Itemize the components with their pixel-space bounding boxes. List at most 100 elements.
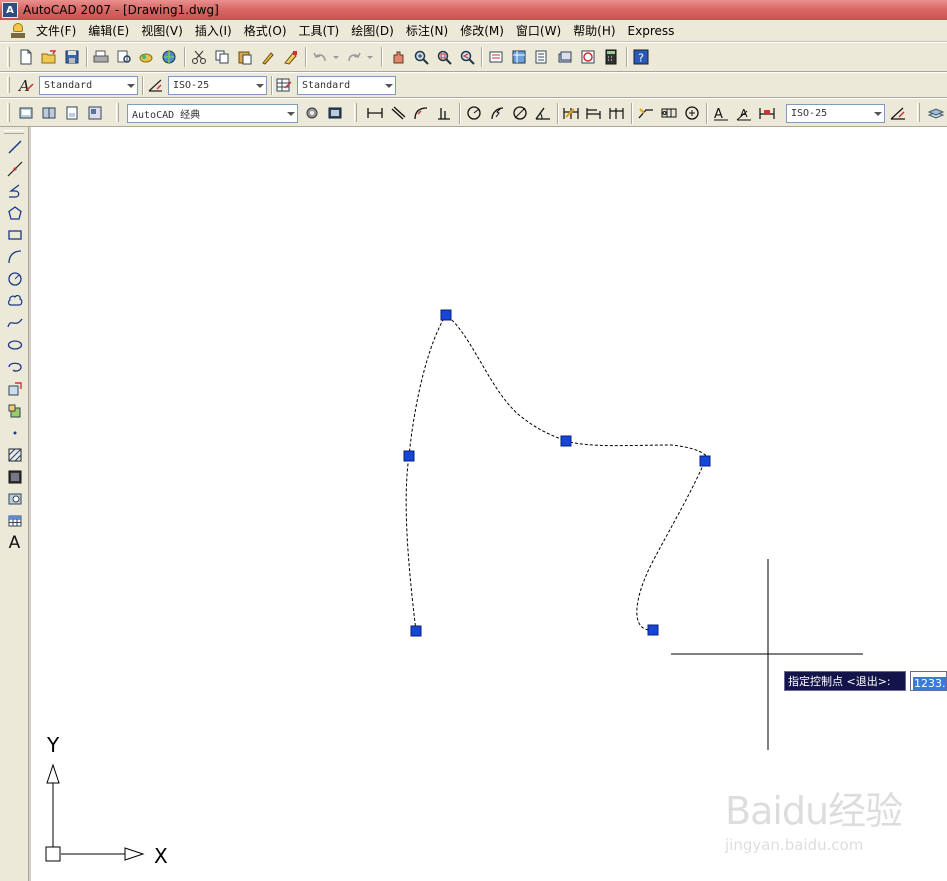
layout-viewport-icon[interactable]: [40, 104, 58, 122]
control-point-grip[interactable]: [403, 450, 415, 462]
open-file-icon[interactable]: [40, 48, 58, 66]
undo-dropdown-icon[interactable]: [331, 48, 341, 66]
angular-dimension-icon[interactable]: [534, 104, 552, 122]
copy-icon[interactable]: [213, 48, 231, 66]
menu-modify[interactable]: 修改(M): [454, 22, 510, 39]
new-file-icon[interactable]: [17, 48, 35, 66]
calculator-icon[interactable]: [602, 48, 620, 66]
table-style-dropdown[interactable]: Standard: [297, 76, 396, 95]
sheet-set-manager-icon[interactable]: [556, 48, 574, 66]
page-setup-icon[interactable]: [63, 104, 81, 122]
ellipse-icon[interactable]: [4, 335, 25, 355]
center-mark-icon[interactable]: [683, 104, 701, 122]
control-point-grip[interactable]: [440, 309, 452, 321]
table-style-icon[interactable]: [275, 76, 293, 94]
polyline-icon[interactable]: [4, 181, 25, 201]
text-style-dropdown[interactable]: Standard: [39, 76, 138, 95]
dimension-style-icon[interactable]: [147, 76, 165, 94]
menu-draw[interactable]: 绘图(D): [345, 22, 400, 39]
toolbar-grip[interactable]: [7, 77, 10, 93]
plot-preview-icon[interactable]: [115, 48, 133, 66]
dimension-style-manager-icon[interactable]: [889, 104, 907, 122]
rectangle-icon[interactable]: [4, 225, 25, 245]
continue-dimension-icon[interactable]: [608, 104, 626, 122]
control-point-grip[interactable]: [410, 625, 422, 637]
menu-window[interactable]: 窗口(W): [510, 22, 567, 39]
print-icon[interactable]: [92, 48, 110, 66]
publish-web-icon[interactable]: [160, 48, 178, 66]
workspace-settings-icon[interactable]: [303, 104, 321, 122]
model-space-icon[interactable]: [86, 104, 104, 122]
quick-leader-icon[interactable]: [637, 104, 655, 122]
zoom-previous-icon[interactable]: [458, 48, 476, 66]
publish-icon[interactable]: [137, 48, 155, 66]
quick-dimension-icon[interactable]: [562, 104, 580, 122]
layout-icon[interactable]: [17, 104, 35, 122]
construction-line-icon[interactable]: [4, 159, 25, 179]
spline-curve[interactable]: [405, 314, 709, 632]
save-icon[interactable]: [63, 48, 81, 66]
menu-format[interactable]: 格式(O): [238, 22, 293, 39]
my-workspace-icon[interactable]: [326, 104, 344, 122]
dimension-text-edit-icon[interactable]: A: [735, 104, 753, 122]
dimension-style-dropdown[interactable]: ISO-25: [168, 76, 267, 95]
menu-file[interactable]: 文件(F): [30, 22, 82, 39]
point-icon[interactable]: [4, 423, 25, 443]
undo-icon[interactable]: [311, 48, 329, 66]
coordinate-input-field[interactable]: 1233.5: [910, 671, 947, 691]
circle-icon[interactable]: [4, 269, 25, 289]
control-point-grip[interactable]: [560, 435, 572, 447]
drawing-canvas[interactable]: Y X: [31, 127, 947, 881]
toolbar-grip[interactable]: [7, 47, 10, 67]
document-menu-icon[interactable]: [10, 22, 26, 39]
multiline-text-icon[interactable]: A: [4, 533, 25, 553]
menu-view[interactable]: 视图(V): [135, 22, 189, 39]
make-block-icon[interactable]: [4, 401, 25, 421]
arc-icon[interactable]: [4, 247, 25, 267]
hatch-icon[interactable]: [4, 445, 25, 465]
toolbar-grip[interactable]: [7, 103, 10, 122]
arc-length-icon[interactable]: [412, 104, 430, 122]
design-center-icon[interactable]: [510, 48, 528, 66]
table-icon[interactable]: [4, 511, 25, 531]
control-point-grip[interactable]: [699, 455, 711, 467]
toolbar-grip[interactable]: [917, 103, 920, 122]
linear-dimension-icon[interactable]: [366, 104, 384, 122]
ordinate-dimension-icon[interactable]: [435, 104, 453, 122]
layer-manager-icon[interactable]: [927, 104, 945, 122]
block-editor-icon[interactable]: [282, 48, 300, 66]
match-properties-icon[interactable]: [259, 48, 277, 66]
diameter-dimension-icon[interactable]: [511, 104, 529, 122]
baseline-dimension-icon[interactable]: [585, 104, 603, 122]
line-icon[interactable]: [4, 137, 25, 157]
radius-dimension-icon[interactable]: [465, 104, 483, 122]
gradient-icon[interactable]: [4, 467, 25, 487]
paste-icon[interactable]: [236, 48, 254, 66]
ellipse-arc-icon[interactable]: [4, 357, 25, 377]
menu-insert[interactable]: 插入(I): [189, 22, 238, 39]
cut-icon[interactable]: [190, 48, 208, 66]
text-style-icon[interactable]: A: [17, 76, 35, 94]
properties-icon[interactable]: [487, 48, 505, 66]
dimension-edit-icon[interactable]: A: [712, 104, 730, 122]
aligned-dimension-icon[interactable]: [389, 104, 407, 122]
workspace-dropdown[interactable]: AutoCAD 经典: [127, 104, 298, 123]
pan-realtime-icon[interactable]: [389, 48, 407, 66]
autocad-logo-icon[interactable]: A: [2, 2, 18, 18]
tolerance-icon[interactable]: [660, 104, 678, 122]
zoom-realtime-icon[interactable]: [412, 48, 430, 66]
markup-set-manager-icon[interactable]: [579, 48, 597, 66]
polygon-icon[interactable]: [4, 203, 25, 223]
toolbar-grip[interactable]: [354, 103, 357, 122]
spline-icon[interactable]: [4, 313, 25, 333]
redo-dropdown-icon[interactable]: [365, 48, 375, 66]
revision-cloud-icon[interactable]: [4, 291, 25, 311]
help-icon[interactable]: ?: [632, 48, 650, 66]
menu-express[interactable]: Express: [622, 24, 681, 38]
tool-palettes-icon[interactable]: [533, 48, 551, 66]
toolbar-grip[interactable]: [116, 103, 119, 122]
redo-icon[interactable]: [345, 48, 363, 66]
menu-help[interactable]: 帮助(H): [567, 22, 621, 39]
menu-tools[interactable]: 工具(T): [293, 22, 346, 39]
dimension-update-icon[interactable]: [758, 104, 776, 122]
